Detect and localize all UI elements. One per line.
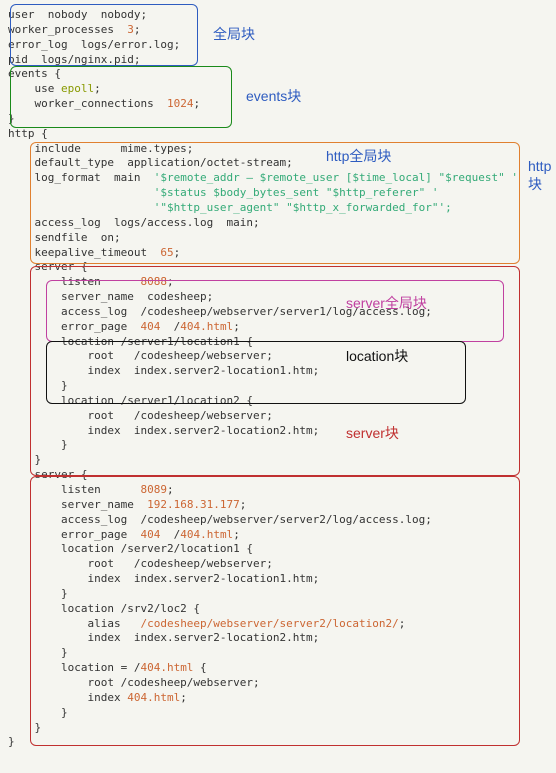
http-global-box [30,142,520,264]
events-block-box [10,66,232,128]
annotation-server-global: server全局块 [346,293,427,313]
annotation-server: server块 [346,423,399,443]
server-global-box [46,280,504,342]
annotation-http: http块 [528,158,551,194]
annotation-location: location块 [346,346,408,366]
global-block-box [10,4,198,66]
diagram-root: user nobody nobody; worker_processes 3; … [8,8,548,750]
server2-block-box [30,476,520,746]
annotation-http-global: http全局块 [326,146,391,166]
code-line: http { [8,127,548,142]
annotation-global: 全局块 [213,24,255,44]
annotation-events: events块 [246,86,301,106]
